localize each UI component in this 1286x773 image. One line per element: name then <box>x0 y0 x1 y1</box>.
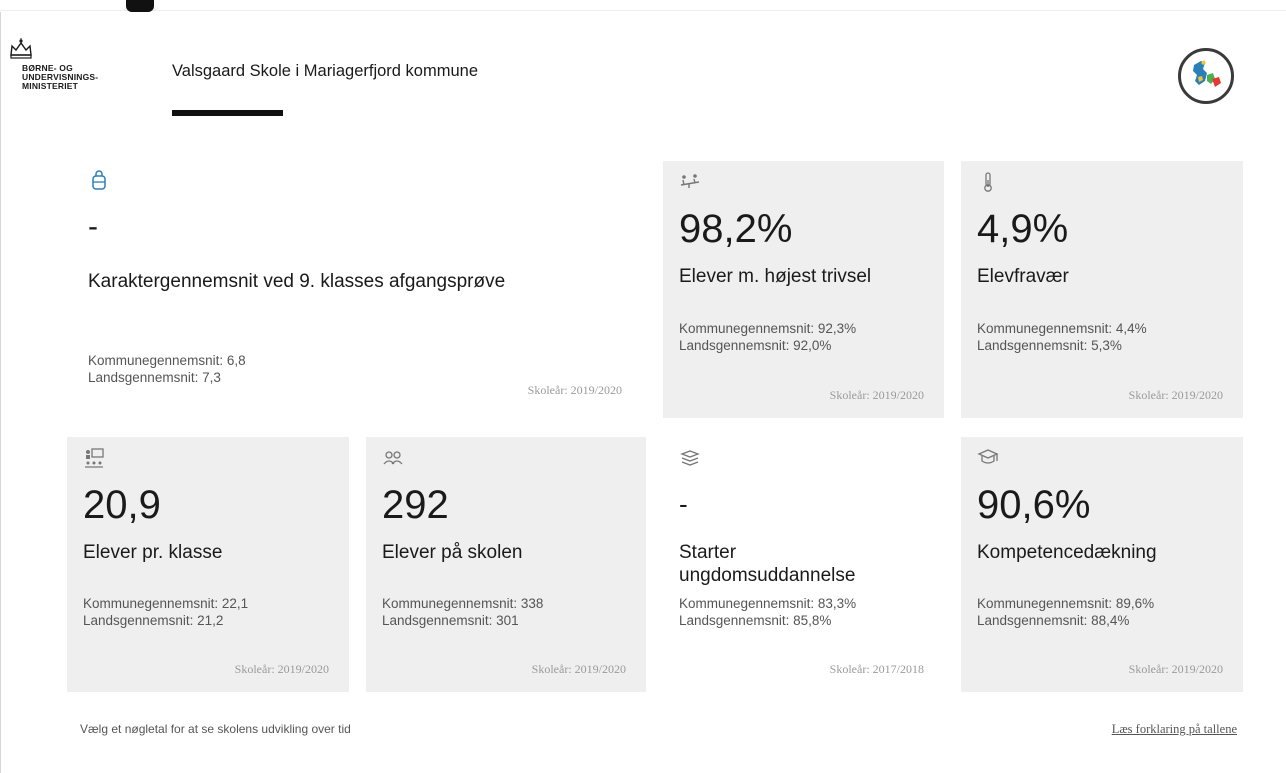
card-grade-average[interactable]: - Karaktergennemsnit ved 9. klasses afga… <box>72 160 644 418</box>
card-value: - <box>679 489 688 519</box>
card-stats: Kommunegennemsnit: 6,8 Landsgennemsnit: … <box>88 352 246 386</box>
backpack-icon <box>92 170 106 190</box>
page-header: BØRNE- OG UNDERVISNINGS- MINISTERIET Val… <box>0 12 1286 132</box>
card-label: Elevfravær <box>977 266 1069 287</box>
card-value: 20,9 <box>83 483 161 527</box>
municipality-average: Kommunegennemsnit: 6,8 <box>88 353 246 368</box>
municipality-average: Kommunegennemsnit: 22,1 <box>83 596 249 611</box>
card-youth-education[interactable]: - Starter ungdomsuddannelse Kommunegenne… <box>663 437 944 692</box>
crown-icon <box>10 38 32 59</box>
municipality-average: Kommunegennemsnit: 89,6% <box>977 596 1155 611</box>
card-label: Elever pr. klasse <box>83 542 223 563</box>
card-students[interactable]: 292 Elever på skolen Kommunegennemsnit: … <box>366 437 646 692</box>
books-icon <box>680 450 700 466</box>
ministry-logo-text: BØRNE- OG UNDERVISNINGS- MINISTERIET <box>22 64 98 91</box>
card-label: Kompetencedækning <box>977 542 1157 563</box>
card-competence[interactable]: 90,6% Kompetencedækning Kommunegennemsni… <box>961 437 1243 692</box>
card-stats: Kommunegennemsnit: 83,3% Landsgennemsnit… <box>679 595 856 629</box>
national-average: Landsgennemsnit: 21,2 <box>83 613 224 628</box>
municipality-average: Kommunegennemsnit: 4,4% <box>977 321 1147 336</box>
card-stats: Kommunegennemsnit: 22,1 Landsgennemsnit:… <box>83 595 248 629</box>
card-value: 4,9% <box>977 207 1069 251</box>
thermometer-icon <box>984 172 992 192</box>
school-year: Skoleår: 2019/2020 <box>1128 662 1223 676</box>
card-stats: Kommunegennemsnit: 92,3% Landsgennemsnit… <box>679 320 856 354</box>
card-wellbeing[interactable]: 98,2% Elever m. højest trivsel Kommunege… <box>663 161 944 418</box>
graduation-cap-icon <box>977 449 999 464</box>
municipality-average: Kommunegennemsnit: 83,3% <box>679 596 857 611</box>
national-average: Landsgennemsnit: 7,3 <box>88 370 221 385</box>
card-label: Karaktergennemsnit ved 9. klasses afgang… <box>88 271 506 292</box>
card-label: Starter ungdomsuddannelse <box>679 542 856 586</box>
school-year: Skoleår: 2017/2018 <box>829 662 924 676</box>
municipality-average: Kommunegennemsnit: 92,3% <box>679 321 857 336</box>
card-value: 292 <box>382 483 449 527</box>
school-year: Skoleår: 2019/2020 <box>829 388 924 402</box>
denmark-map-icon <box>1193 60 1221 87</box>
card-stats: Kommunegennemsnit: 4,4% Landsgennemsnit:… <box>977 320 1147 354</box>
card-absence[interactable]: 4,9% Elevfravær Kommunegennemsnit: 4,4% … <box>961 161 1243 418</box>
classroom-icon <box>85 448 104 468</box>
card-value: 98,2% <box>679 207 793 251</box>
browser-top-strip <box>0 0 1286 11</box>
municipality-badge[interactable] <box>1178 48 1234 104</box>
school-year: Skoleår: 2019/2020 <box>1128 388 1223 402</box>
national-average: Landsgennemsnit: 85,8% <box>679 613 832 628</box>
logo-line: MINISTERIET <box>22 81 79 91</box>
students-swing-icon <box>680 174 700 188</box>
tab-handle[interactable] <box>126 0 154 12</box>
national-average: Landsgennemsnit: 301 <box>382 613 519 628</box>
footer-hint: Vælg et nøgletal for at se skolens udvik… <box>80 722 351 736</box>
school-year: Skoleår: 2019/2020 <box>531 662 626 676</box>
explanation-link[interactable]: Læs forklaring på tallene <box>1112 722 1237 737</box>
national-average: Landsgennemsnit: 88,4% <box>977 613 1130 628</box>
card-stats: Kommunegennemsnit: 338 Landsgennemsnit: … <box>382 595 543 629</box>
school-title: Valsgaard Skole i Mariagerfjord kommune <box>172 62 478 80</box>
students-icon <box>383 451 403 465</box>
title-underline <box>172 110 283 116</box>
national-average: Landsgennemsnit: 5,3% <box>977 338 1122 353</box>
card-stats: Kommunegennemsnit: 89,6% Landsgennemsnit… <box>977 595 1154 629</box>
card-class-size[interactable]: 20,9 Elever pr. klasse Kommunegennemsnit… <box>67 437 349 692</box>
national-average: Landsgennemsnit: 92,0% <box>679 338 832 353</box>
municipality-average: Kommunegennemsnit: 338 <box>382 596 544 611</box>
school-year: Skoleår: 2019/2020 <box>234 662 329 676</box>
card-label: Elever m. højest trivsel <box>679 266 872 287</box>
card-value: - <box>88 210 98 243</box>
card-label: Elever på skolen <box>382 542 523 563</box>
card-value: 90,6% <box>977 483 1091 527</box>
school-year: Skoleår: 2019/2020 <box>527 383 622 397</box>
